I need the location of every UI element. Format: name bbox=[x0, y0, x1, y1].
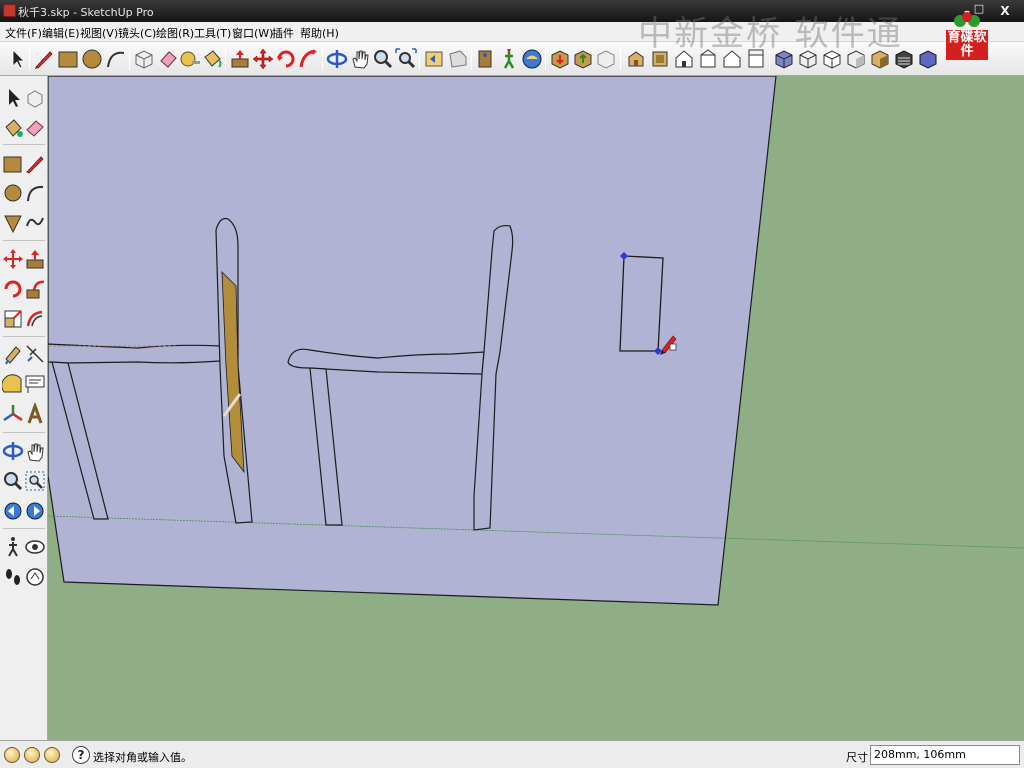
axes-tool-icon[interactable] bbox=[2, 403, 24, 425]
zoom-extents-icon[interactable] bbox=[394, 47, 418, 71]
model-viewport[interactable] bbox=[48, 76, 1024, 740]
xray-alt-style-icon[interactable] bbox=[916, 47, 940, 71]
polygon-tool-icon[interactable] bbox=[2, 212, 24, 234]
menu-file[interactable]: 文件(F) bbox=[5, 25, 42, 41]
section-plane-tool-icon[interactable] bbox=[24, 566, 46, 588]
scene-canvas[interactable] bbox=[48, 76, 1024, 740]
select-icon[interactable] bbox=[2, 87, 24, 109]
protractor-tool-icon[interactable] bbox=[1, 373, 24, 395]
paint-bucket-icon[interactable] bbox=[200, 47, 224, 71]
menu-plugins[interactable]: 插件 bbox=[272, 25, 294, 41]
zoom-extents-tool-icon[interactable] bbox=[24, 500, 46, 522]
walk-tool-icon[interactable] bbox=[2, 536, 24, 558]
measurements-label: 尺寸 bbox=[846, 751, 868, 764]
menu-draw[interactable]: 绘图(R) bbox=[156, 25, 194, 41]
status-bar: ? 选择对角或输入值。 尺寸 208mm, 106mm bbox=[0, 740, 1024, 768]
3d-text-tool-icon[interactable] bbox=[24, 401, 46, 425]
look-around-tool-icon[interactable] bbox=[24, 536, 46, 558]
menu-edit[interactable]: 编辑(E) bbox=[42, 25, 80, 41]
move-icon[interactable] bbox=[251, 47, 275, 71]
select-arrow-icon[interactable] bbox=[5, 47, 29, 71]
drawn-rectangle[interactable] bbox=[619, 255, 664, 352]
tape-measure-tool-icon[interactable] bbox=[2, 343, 24, 365]
component-icon[interactable] bbox=[24, 87, 46, 109]
rotate-icon[interactable] bbox=[274, 47, 298, 71]
position-camera-icon[interactable] bbox=[474, 47, 498, 71]
zoom-tool-icon[interactable] bbox=[2, 470, 24, 492]
paint-bucket-tool-icon[interactable] bbox=[2, 117, 24, 139]
previous-view-icon[interactable] bbox=[422, 47, 446, 71]
rectangle-icon[interactable] bbox=[56, 47, 80, 71]
freehand-tool-icon[interactable] bbox=[24, 212, 46, 234]
watermark-text: 中新金桥 软件通 bbox=[638, 14, 903, 54]
text-tool-icon[interactable] bbox=[24, 373, 46, 395]
circle-icon[interactable] bbox=[80, 47, 104, 71]
previous-view-tool-icon[interactable] bbox=[2, 500, 24, 522]
arc-icon[interactable] bbox=[104, 47, 128, 71]
menu-tools[interactable]: 工具(T) bbox=[194, 25, 231, 41]
sketchup-app-icon bbox=[3, 4, 16, 17]
close-button[interactable]: X bbox=[994, 2, 1016, 20]
rotate-tool-icon[interactable] bbox=[2, 278, 24, 300]
pan-tool-icon[interactable] bbox=[24, 440, 46, 462]
help-question-icon[interactable]: ? bbox=[72, 746, 90, 764]
push-pull-icon[interactable] bbox=[228, 47, 252, 71]
move-tool-icon[interactable] bbox=[2, 248, 24, 270]
follow-me-icon[interactable] bbox=[297, 47, 321, 71]
credits-icon[interactable] bbox=[24, 747, 40, 763]
zoom-window-tool-icon[interactable] bbox=[24, 470, 46, 492]
share-component-icon[interactable] bbox=[594, 47, 618, 71]
zoom-icon[interactable] bbox=[371, 47, 395, 71]
follow-me-tool-icon[interactable] bbox=[24, 278, 46, 300]
walk-icon[interactable] bbox=[497, 47, 521, 71]
orbit-tool-icon[interactable] bbox=[2, 440, 24, 462]
orbit-icon[interactable] bbox=[325, 47, 349, 71]
menu-view[interactable]: 视图(V) bbox=[80, 25, 118, 41]
eraser-tool-icon[interactable] bbox=[24, 117, 46, 139]
rectangle-tool-icon[interactable] bbox=[2, 153, 24, 175]
user-icon[interactable] bbox=[44, 747, 60, 763]
wall-plane[interactable] bbox=[48, 76, 777, 606]
brand-logo: 育碟软件 bbox=[946, 12, 988, 60]
measurements-input[interactable]: 208mm, 106mm bbox=[870, 745, 1020, 765]
push-pull-tool-icon[interactable] bbox=[24, 248, 46, 270]
menu-window[interactable]: 窗口(W) bbox=[232, 25, 273, 41]
pencil-line-icon[interactable] bbox=[32, 47, 56, 71]
get-models-icon[interactable] bbox=[548, 47, 572, 71]
left-tool-palette bbox=[0, 76, 48, 740]
share-model-icon[interactable] bbox=[571, 47, 595, 71]
scale-tool-icon[interactable] bbox=[2, 308, 24, 330]
footprints-tool-icon[interactable] bbox=[2, 566, 24, 588]
status-message: 选择对角或输入值。 bbox=[93, 751, 192, 764]
pan-hand-icon[interactable] bbox=[348, 47, 372, 71]
menu-camera[interactable]: 镜头(C) bbox=[118, 25, 156, 41]
eraser-icon[interactable] bbox=[156, 47, 180, 71]
look-around-icon[interactable] bbox=[520, 47, 544, 71]
offset-tool-icon[interactable] bbox=[24, 308, 46, 330]
clover-logo-icon bbox=[954, 12, 980, 27]
make-component-icon[interactable] bbox=[132, 47, 156, 71]
brand-logo-text: 育碟软件 bbox=[946, 30, 988, 60]
circle-tool-icon[interactable] bbox=[2, 182, 24, 204]
tape-measure-icon[interactable] bbox=[178, 47, 202, 71]
line-tool-icon[interactable] bbox=[24, 153, 46, 175]
dimension-tool-icon[interactable] bbox=[24, 343, 46, 365]
next-view-icon[interactable] bbox=[446, 47, 470, 71]
menu-help[interactable]: 帮助(H) bbox=[300, 25, 339, 41]
window-title: 秋千3.skp - SketchUp Pro bbox=[18, 6, 154, 19]
arc-tool-icon[interactable] bbox=[24, 182, 46, 204]
geo-location-icon[interactable] bbox=[4, 747, 20, 763]
